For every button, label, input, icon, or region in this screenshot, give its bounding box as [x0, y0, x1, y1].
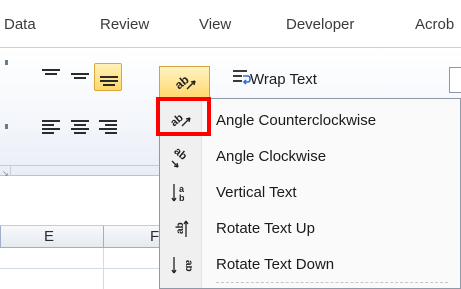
menu-item-label: Angle Counterclockwise	[216, 112, 377, 129]
align-left-icon	[42, 120, 60, 134]
ribbon-edge-mark	[5, 60, 8, 65]
highlight-box	[156, 97, 211, 136]
svg-text:ab: ab	[183, 260, 192, 272]
ribbon-tab-bar: Data Review View Developer Acrob	[0, 0, 461, 48]
menu-item-label: Vertical Text	[216, 184, 297, 201]
number-format-dropdown[interactable]	[449, 67, 461, 93]
menu-item-rotate-text-up[interactable]: ab Rotate Text Up	[160, 211, 460, 247]
menu-item-rotate-text-down[interactable]: ab Rotate Text Down	[160, 247, 460, 283]
rotate-text-down-icon: ab	[171, 257, 192, 274]
align-middle-icon	[71, 71, 89, 83]
align-middle-button[interactable]	[66, 63, 94, 91]
align-bottom-button[interactable]	[94, 63, 122, 91]
svg-text:ab: ab	[172, 72, 192, 92]
menu-item-angle-clockwise[interactable]: ab Angle Clockwise	[160, 139, 460, 175]
wrap-text-icon	[233, 70, 251, 85]
menu-item-label: Angle Clockwise	[216, 148, 327, 165]
align-left-button[interactable]	[37, 112, 65, 140]
ribbon-group-separator	[0, 165, 160, 166]
angle-clockwise-icon: ab	[171, 145, 189, 168]
text-orientation-icon: ab	[172, 72, 196, 92]
wrap-text-button[interactable]: Wrap Text	[250, 71, 317, 88]
menu-item-label: Rotate Text Down	[216, 256, 335, 273]
svg-text:b: b	[179, 193, 185, 203]
column-header-f[interactable]: F	[150, 228, 159, 245]
tab-data[interactable]: Data	[4, 16, 36, 33]
orientation-button[interactable]: ab	[159, 66, 210, 98]
align-right-icon	[99, 120, 117, 134]
tab-developer[interactable]: Developer	[286, 16, 354, 33]
vertical-text-icon: a b	[171, 184, 185, 203]
align-top-icon	[42, 69, 60, 81]
tab-review[interactable]: Review	[100, 16, 149, 33]
rotate-text-up-icon: ab	[175, 220, 189, 237]
align-right-button[interactable]	[94, 112, 122, 140]
menu-item-label: Rotate Text Up	[216, 220, 315, 237]
column-header-e[interactable]: E	[44, 228, 54, 245]
ribbon-edge-mark	[5, 124, 8, 129]
tab-acrobat[interactable]: Acrob	[415, 16, 454, 33]
align-bottom-icon	[100, 72, 118, 86]
tab-view[interactable]: View	[199, 16, 231, 33]
align-center-icon	[71, 120, 89, 134]
align-center-button[interactable]	[66, 112, 94, 140]
align-top-button[interactable]	[37, 61, 65, 89]
menu-separator	[216, 282, 448, 283]
menu-item-vertical-text[interactable]: a b Vertical Text	[160, 175, 460, 211]
svg-text:ab: ab	[171, 145, 189, 163]
